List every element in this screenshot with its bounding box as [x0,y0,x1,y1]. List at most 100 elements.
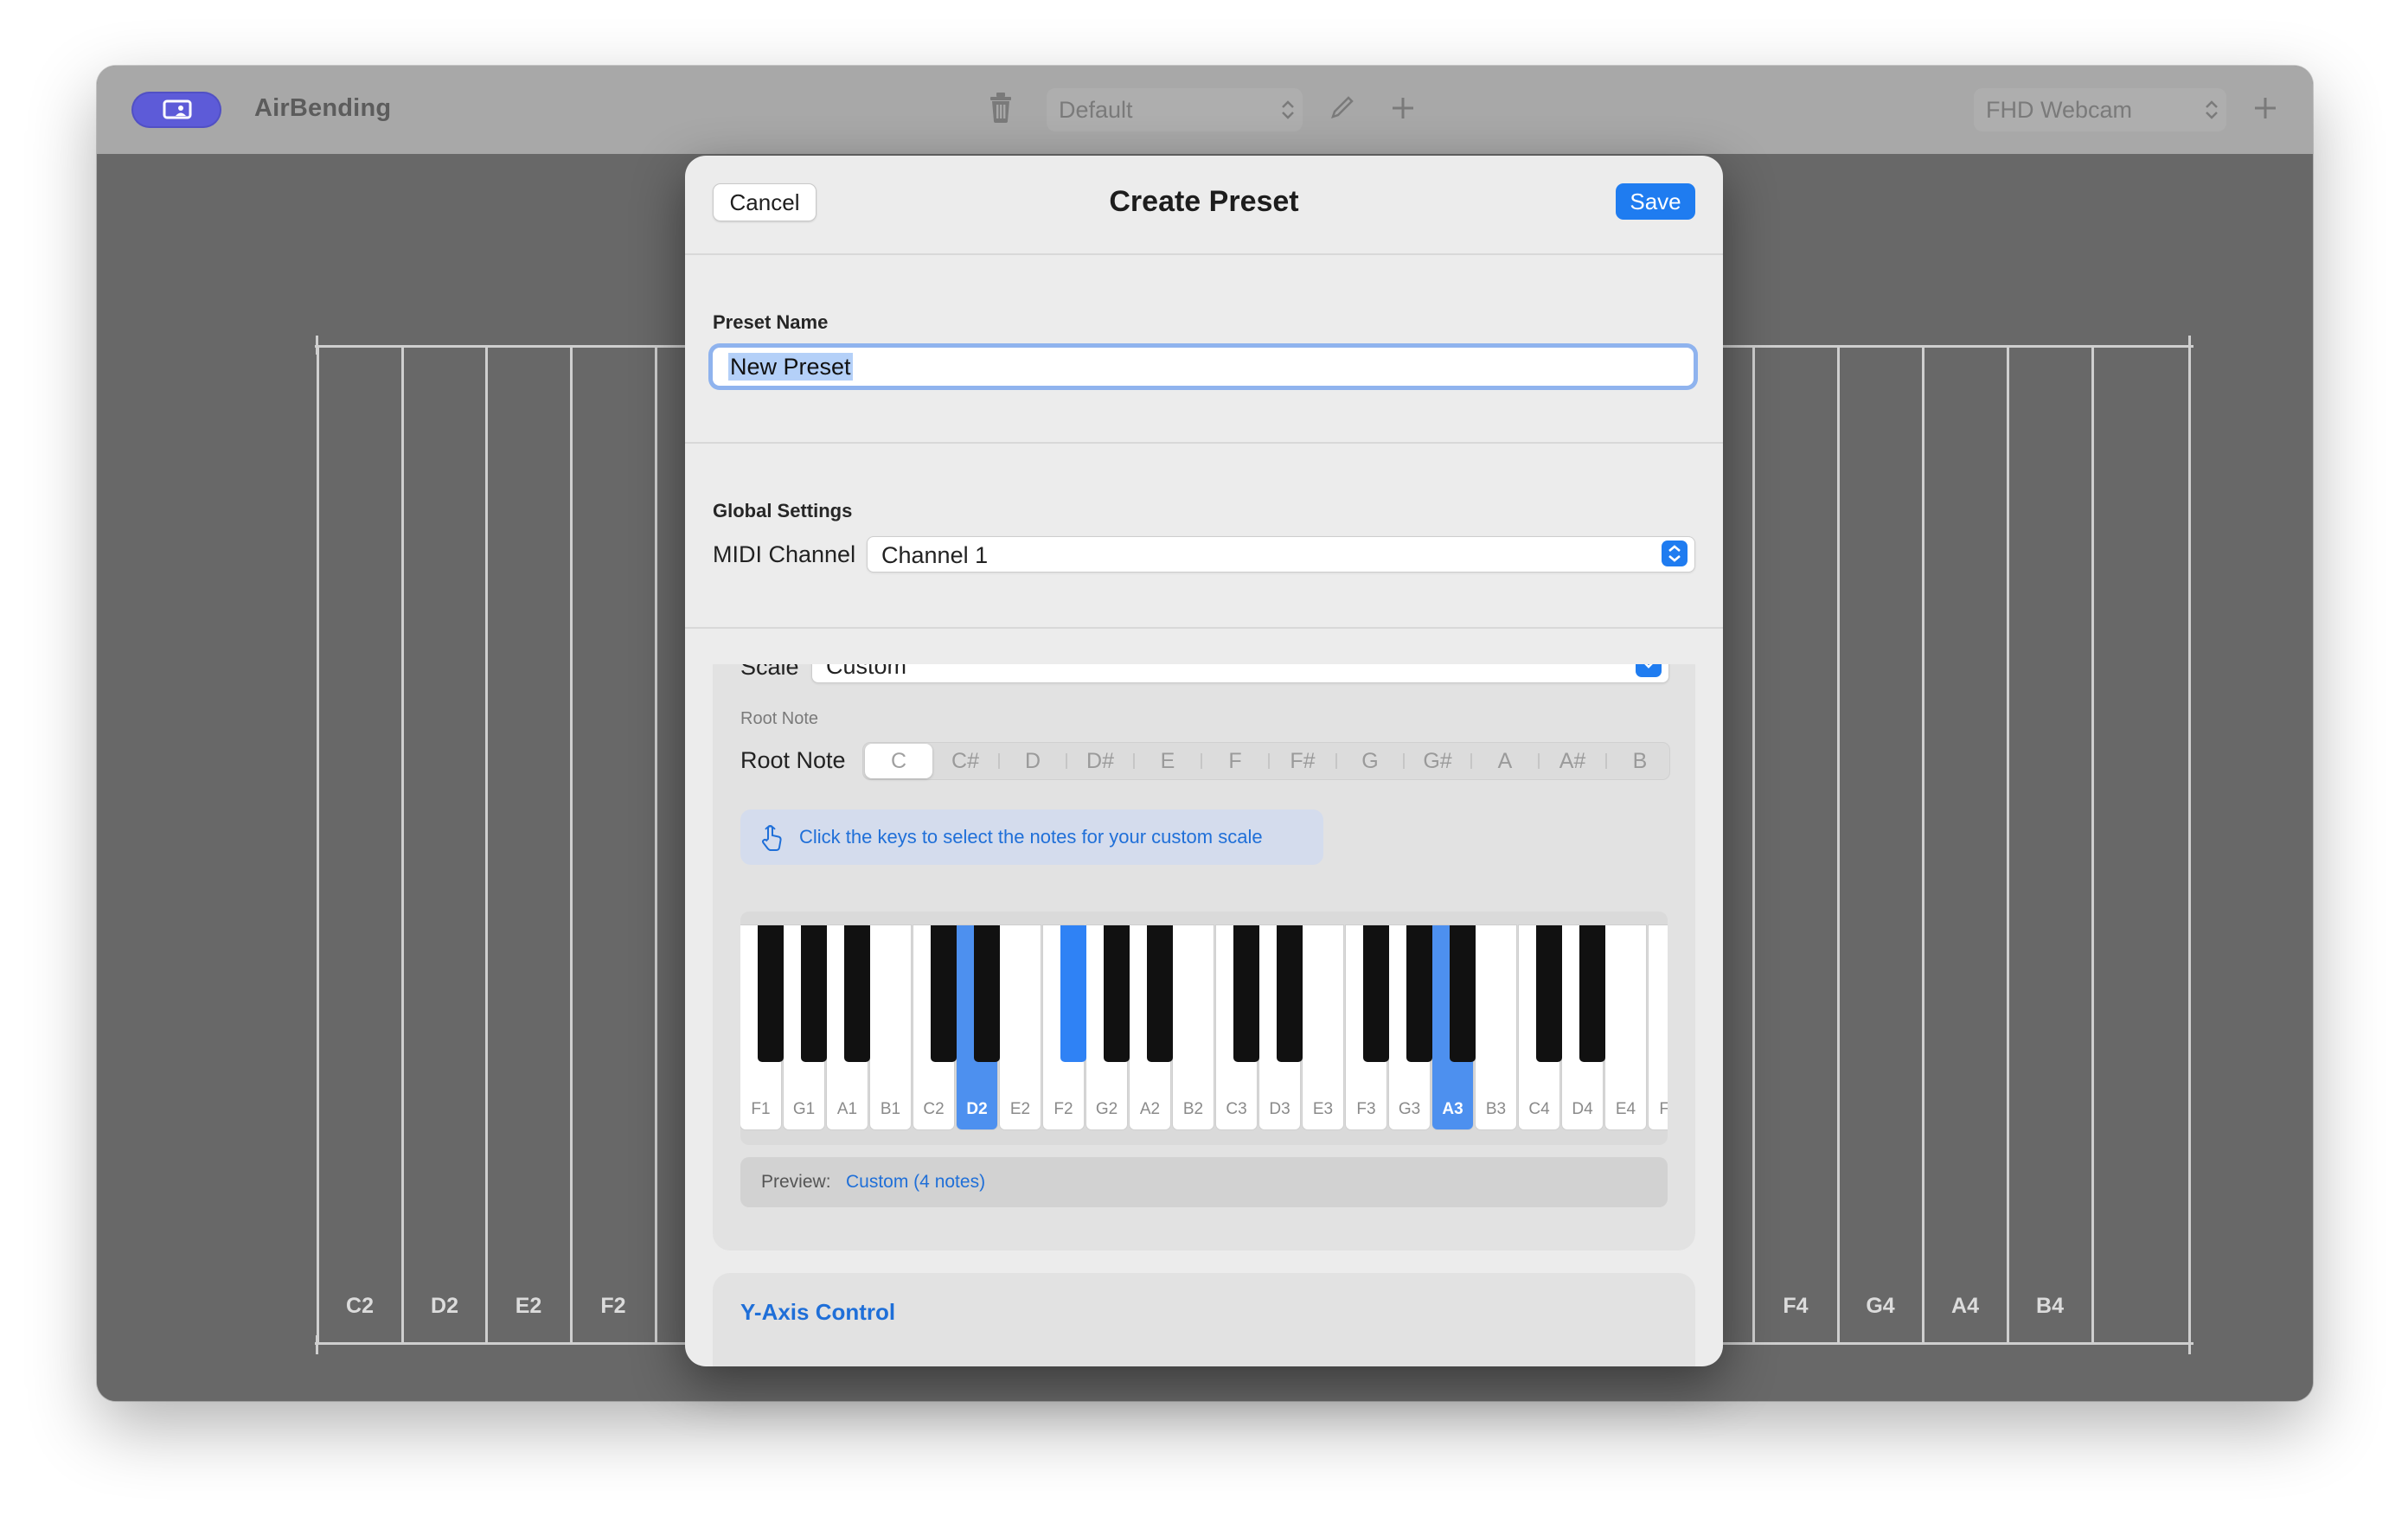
chevron-down-icon [1636,664,1662,677]
pencil-icon[interactable] [1329,93,1356,121]
preset-select[interactable]: Default [1047,88,1303,131]
root-note-option[interactable]: E [1134,743,1201,779]
piano-black-key[interactable] [1104,925,1130,1062]
root-note-heading: Root Note [740,709,819,728]
hint-text: Click the keys to select the notes for y… [799,826,1263,848]
root-note-option[interactable]: D [999,743,1066,779]
grid-note-label: B4 [2036,1294,2064,1318]
key-label: G1 [792,1100,816,1118]
grid-note-label: G4 [1866,1294,1895,1318]
key-label: F2 [1054,1100,1073,1118]
piano-black-key[interactable] [1277,925,1303,1062]
grid-column-line [1752,345,1755,1345]
section-divider [685,442,1723,444]
key-label: F3 [1356,1100,1376,1118]
root-note-option[interactable]: A# [1539,743,1606,779]
grid-note-label: F2 [600,1294,626,1318]
key-label: G2 [1095,1100,1118,1118]
app-mode-button[interactable] [131,92,221,128]
root-note-option[interactable]: F [1201,743,1269,779]
piano-black-key[interactable] [844,925,870,1062]
piano-white-key[interactable]: F4 [1649,925,1668,1129]
piano-black-key[interactable] [1536,925,1562,1062]
scale-preview: Preview: Custom (4 notes) [740,1157,1668,1207]
add-camera-icon[interactable] [2252,95,2278,121]
piano-black-key[interactable] [1450,925,1476,1062]
save-button[interactable]: Save [1616,183,1695,220]
piano-black-key-selected[interactable] [1060,925,1086,1062]
root-note-option[interactable]: A [1471,743,1539,779]
root-note-option[interactable]: F# [1269,743,1336,779]
grid-column-line [485,345,488,1345]
piano-black-key[interactable] [1147,925,1173,1062]
piano-white-key[interactable]: E2 [1000,925,1041,1129]
grid-note-label: D2 [431,1294,458,1318]
plus-icon[interactable] [1390,95,1416,121]
key-label: C2 [923,1100,945,1118]
scale-value: Custom [826,664,907,679]
key-label: A2 [1139,1100,1161,1118]
grid-column-line [570,345,573,1345]
key-label: A1 [836,1100,858,1118]
piano-black-key[interactable] [801,925,827,1062]
piano-black-key[interactable] [758,925,784,1062]
piano-white-key[interactable]: B2 [1173,925,1214,1129]
key-label: E2 [1009,1100,1031,1118]
midi-channel-select[interactable]: Channel 1 [867,536,1695,573]
key-label: F1 [751,1100,771,1118]
key-label: D4 [1572,1100,1593,1118]
grid-note-label: E2 [515,1294,542,1318]
y-axis-heading[interactable]: Y-Axis Control [740,1299,895,1326]
grid-column-line [2007,345,2009,1345]
key-label: D3 [1269,1100,1290,1118]
piano-keyboard[interactable]: F1 G1 A1 B1 C2 D2 E2 F2 G2 A2 B2 C3 D3 E… [740,912,1668,1145]
root-note-label: Root Note [740,747,846,773]
grid-column-line [655,345,657,1345]
piano-black-key[interactable] [974,925,1000,1062]
grid-column-line [2091,345,2094,1345]
root-note-option[interactable]: B [1606,743,1674,779]
grid-column-line [1837,345,1840,1345]
custom-scale-hint: Click the keys to select the notes for y… [740,809,1323,865]
create-preset-dialog: Cancel Create Preset Save Preset Name Ne… [685,156,1723,1366]
grid-column-line [1922,345,1924,1345]
chevron-updown-icon [1282,100,1294,119]
preset-name-value: New Preset [728,353,853,381]
piano-white-key[interactable]: B1 [870,925,911,1129]
trash-icon[interactable] [988,91,1014,124]
root-note-option[interactable]: G# [1404,743,1471,779]
piano-black-key[interactable] [1233,925,1259,1062]
piano-black-key[interactable] [1406,925,1432,1062]
preset-name-input[interactable]: New Preset [713,348,1694,386]
piano-white-key[interactable]: E4 [1605,925,1646,1129]
dialog-title: Create Preset [1109,185,1299,218]
hand-pointer-icon [761,824,782,851]
key-label: B1 [880,1100,901,1118]
key-label: B2 [1182,1100,1204,1118]
grid-column-line [317,345,319,1345]
root-note-segmented-control[interactable]: C C# D D# E F F# G G# A A# B [862,742,1670,780]
midi-channel-value: Channel 1 [881,542,989,568]
root-note-option[interactable]: D# [1066,743,1134,779]
chevron-updown-icon [1662,541,1688,566]
piano-white-key[interactable]: B3 [1476,925,1516,1129]
key-label: G3 [1398,1100,1421,1118]
root-note-option[interactable]: C# [932,743,999,779]
preview-value: Custom (4 notes) [846,1172,986,1192]
preview-label: Preview: [761,1172,831,1192]
global-settings-heading: Global Settings [713,500,853,521]
piano-white-key[interactable]: E3 [1303,925,1343,1129]
key-label: C4 [1528,1100,1550,1118]
piano-black-key[interactable] [1579,925,1605,1062]
grid-column-line [401,345,404,1345]
piano-black-key[interactable] [1363,925,1389,1062]
scale-select[interactable]: Custom [811,664,1669,683]
root-note-option[interactable]: C [865,744,932,778]
camera-select[interactable]: FHD Webcam [1974,88,2226,131]
piano-black-key[interactable] [931,925,957,1062]
scale-card: Scale Custom Root Note Root Note C C# D [713,664,1695,1251]
key-label: F4 [1659,1100,1668,1118]
scale-scroll-area[interactable]: Scale Custom Root Note Root Note C C# D [685,664,1723,1366]
grid-note-label: F4 [1783,1294,1809,1318]
root-note-option[interactable]: G [1336,743,1404,779]
